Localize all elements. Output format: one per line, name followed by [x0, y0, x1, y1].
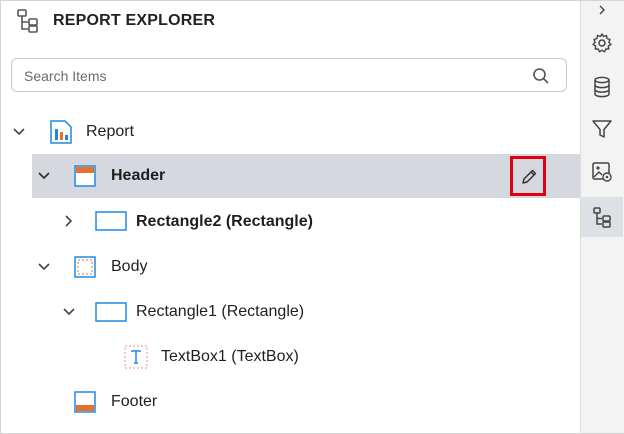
image-manager-button[interactable] [581, 152, 623, 192]
chevron-down-icon[interactable] [36, 168, 52, 184]
rectangle-icon [95, 302, 127, 322]
side-rail [580, 1, 624, 433]
chevron-down-icon[interactable] [36, 259, 52, 275]
tree-item-textbox1[interactable]: TextBox1 (TextBox) [1, 335, 580, 379]
report-icon [50, 120, 72, 144]
tree-item-label: Rectangle1 (Rectangle) [136, 303, 305, 320]
collapse-button[interactable] [581, 1, 623, 19]
database-icon [594, 76, 610, 98]
edit-button[interactable] [510, 156, 546, 196]
chevron-right-icon[interactable] [61, 213, 77, 229]
chevron-right-icon [599, 5, 605, 15]
gear-icon [592, 33, 612, 53]
tree-item-footer[interactable]: Footer [1, 380, 580, 424]
report-explorer-window: REPORT EXPLORER Report [0, 0, 624, 434]
chevron-down-icon[interactable] [61, 304, 77, 320]
search-input[interactable] [22, 65, 526, 87]
header-section-icon [74, 165, 96, 187]
tree-item-label: Report [86, 123, 135, 140]
filter-button[interactable] [581, 109, 623, 149]
tree-item-label: TextBox1 (TextBox) [161, 348, 299, 365]
tree-item-rectangle2[interactable]: Rectangle2 (Rectangle) [1, 199, 580, 243]
report-explorer-tree-icon [17, 9, 38, 33]
panel-header: REPORT EXPLORER [15, 7, 215, 35]
tree-item-label: Body [111, 258, 148, 275]
tree-item-label: Header [111, 167, 166, 184]
filter-icon [592, 120, 612, 138]
chevron-down-icon[interactable] [11, 124, 27, 140]
textbox-icon [124, 345, 148, 369]
image-settings-icon [592, 162, 612, 182]
tree-item-rectangle1[interactable]: Rectangle1 (Rectangle) [1, 290, 580, 334]
tree-item-label: Rectangle2 (Rectangle) [136, 213, 313, 230]
panel-title: REPORT EXPLORER [53, 12, 216, 29]
body-section-icon [74, 256, 96, 278]
search-box [11, 58, 567, 92]
tree-item-header[interactable]: Header [32, 154, 580, 198]
tree-item-body[interactable]: Body [1, 245, 580, 289]
pencil-icon [522, 169, 537, 184]
report-explorer-button[interactable] [581, 197, 623, 237]
report-explorer-icon [593, 207, 611, 228]
search-icon[interactable] [532, 67, 550, 85]
data-source-button[interactable] [581, 67, 623, 107]
settings-button[interactable] [581, 23, 623, 63]
footer-section-icon [74, 391, 96, 413]
tree-item-label: Footer [111, 393, 158, 410]
rectangle-icon [95, 211, 127, 231]
report-explorer-panel: REPORT EXPLORER Report [1, 1, 580, 433]
tree-item-report[interactable]: Report [1, 110, 580, 154]
